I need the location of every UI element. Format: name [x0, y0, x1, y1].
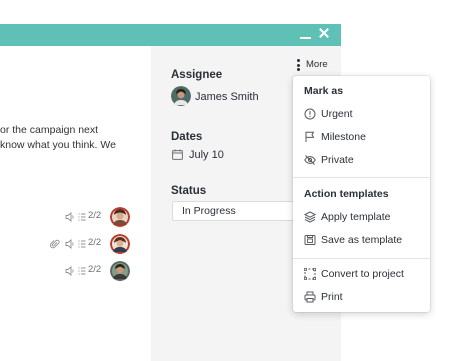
subtask-count: 2/2: [88, 237, 102, 248]
subtask-count: 2/2: [88, 264, 102, 275]
subtask-count: 2/2: [88, 210, 102, 221]
menu-divider: [293, 177, 430, 178]
close-icon[interactable]: [318, 26, 330, 40]
more-button[interactable]: More: [294, 57, 330, 73]
more-menu: Mark as Urgent Milestone Private Action …: [293, 76, 430, 312]
dates-label: Dates: [171, 131, 203, 143]
checklist-icon: [78, 240, 86, 248]
assignee-name[interactable]: James Smith: [195, 91, 259, 103]
description-line-2: know what you think. We: [0, 139, 116, 151]
checklist-icon: [78, 213, 86, 221]
menu-item-milestone[interactable]: Milestone: [293, 126, 430, 148]
alert-circle-icon: [304, 108, 316, 120]
window-titlebar: [0, 24, 341, 46]
attachment-icon: [50, 239, 60, 249]
printer-icon: [304, 291, 316, 303]
status-select[interactable]: In Progress: [172, 201, 296, 221]
menu-item-label: Private: [321, 154, 354, 166]
subtask-row[interactable]: 2/2: [50, 207, 132, 227]
speaker-icon: [65, 212, 74, 222]
menu-item-apply-template[interactable]: Apply template: [293, 206, 430, 228]
flag-icon: [305, 131, 315, 142]
save-template-icon: [304, 235, 316, 245]
menu-item-print[interactable]: Print: [293, 286, 430, 308]
checklist-icon: [78, 267, 86, 275]
avatar: [110, 261, 130, 281]
description-line-1: or the campaign next: [0, 124, 99, 136]
more-dots-icon: [297, 59, 300, 71]
avatar: [110, 207, 130, 227]
menu-item-convert-to-project[interactable]: Convert to project: [293, 263, 430, 285]
menu-item-label: Apply template: [321, 211, 391, 223]
avatar: [110, 234, 130, 254]
menu-item-private[interactable]: Private: [293, 149, 430, 171]
convert-icon: [304, 268, 316, 280]
menu-divider: [293, 258, 430, 259]
subtask-row[interactable]: 2/2: [50, 234, 132, 254]
menu-item-save-as-template[interactable]: Save as template: [293, 229, 430, 251]
eye-off-icon: [304, 155, 316, 165]
menu-item-urgent[interactable]: Urgent: [293, 103, 430, 125]
assignee-avatar[interactable]: [171, 86, 191, 106]
menu-item-label: Milestone: [321, 131, 366, 143]
action-templates-heading: Action templates: [304, 188, 389, 200]
assignee-label: Assignee: [171, 69, 223, 81]
more-button-label: More: [306, 59, 328, 70]
speaker-icon: [65, 266, 74, 276]
menu-item-label: Urgent: [321, 108, 353, 120]
subtask-row[interactable]: 2/2: [50, 261, 132, 281]
menu-item-label: Save as template: [321, 234, 403, 246]
menu-item-label: Convert to project: [321, 268, 404, 280]
status-label: Status: [171, 185, 207, 197]
date-value[interactable]: July 10: [189, 149, 224, 161]
layers-icon: [304, 211, 316, 223]
mark-as-heading: Mark as: [304, 85, 344, 97]
minimize-icon[interactable]: [300, 26, 312, 40]
calendar-icon: [172, 149, 183, 160]
menu-item-label: Print: [321, 291, 343, 303]
speaker-icon: [65, 239, 74, 249]
